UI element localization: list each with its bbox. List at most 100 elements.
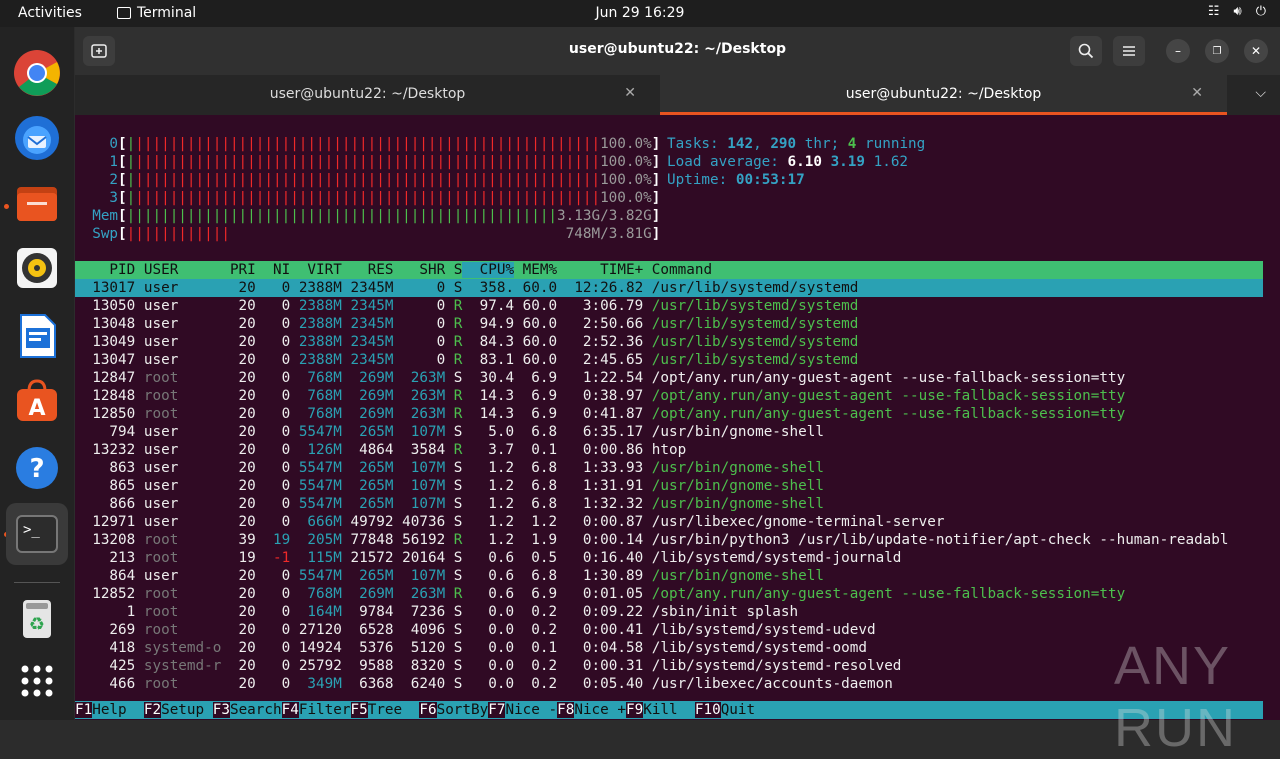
process-row[interactable]: 12847 root 20 0 768M 269M 263M S 30.4 6.… [75, 369, 1125, 387]
cell-virt: 14924 [290, 640, 342, 656]
tab-2[interactable]: user@ubuntu22: ~/Desktop ✕ [660, 75, 1227, 115]
process-row[interactable]: 12971 user 20 0 666M 49792 40736 S 1.2 1… [75, 513, 944, 531]
close-button[interactable]: ✕ [1244, 39, 1268, 63]
cell-ni: 0 [255, 298, 291, 314]
cell-pid: 863 [75, 460, 136, 476]
volume-icon[interactable]: 🔊︎ [1234, 4, 1242, 19]
process-row[interactable]: 865 user 20 0 5547M 265M 107M S 1.2 6.8 … [75, 477, 824, 495]
cell-command: /usr/bin/gnome-shell [643, 460, 824, 476]
power-icon[interactable]: ⏻ [1256, 4, 1266, 19]
process-row[interactable]: 13208 root 39 19 205M 77848 56192 R 1.2 … [75, 531, 1228, 549]
swap-bar: |||||||||||| [126, 226, 230, 242]
tabs-dropdown-icon[interactable]: ⌵ [1255, 85, 1266, 101]
htop-view[interactable]: 0[||||||||||||||||||||||||||||||||||||||… [75, 115, 1263, 720]
column-header-virt[interactable]: VIRT [290, 262, 341, 278]
tab-close-icon[interactable]: ✕ [1191, 85, 1203, 101]
minimize-button[interactable]: – [1166, 39, 1190, 63]
help-icon[interactable]: ? [11, 442, 63, 494]
process-row[interactable]: 13047 user 20 0 2388M 2345M 0 R 83.1 60.… [75, 351, 858, 369]
files-icon[interactable] [11, 177, 63, 229]
system-tray[interactable]: ☷ 🔊︎ ⏻ [1208, 4, 1266, 19]
cell-mem: 0.2 [514, 604, 558, 620]
process-row[interactable]: 269 root 20 0 27120 6528 4096 S 0.0 0.2 … [75, 621, 875, 639]
cell-ni: 0 [255, 442, 291, 458]
search-button[interactable] [1070, 36, 1102, 66]
cell-mem: 0.1 [514, 640, 558, 656]
maximize-button[interactable]: ❐ [1205, 39, 1229, 63]
network-icon[interactable]: ☷ [1208, 4, 1220, 19]
trash-icon[interactable]: ♻ [11, 592, 63, 644]
process-row[interactable]: 1 root 20 0 164M 9784 7236 S 0.0 0.2 0:0… [75, 603, 798, 621]
column-header-pid[interactable]: PID [75, 262, 135, 278]
fkey-label-f10[interactable]: Quit [720, 702, 756, 718]
chrome-icon[interactable] [11, 47, 63, 99]
tab-1[interactable]: user@ubuntu22: ~/Desktop ✕ [75, 75, 660, 115]
fkey-label-f2[interactable]: Setup [161, 702, 213, 718]
column-header-mem[interactable]: MEM% [514, 262, 557, 278]
process-row[interactable]: 866 user 20 0 5547M 265M 107M S 1.2 6.8 … [75, 495, 824, 513]
fkey-label-f6[interactable]: SortBy [436, 702, 489, 718]
column-header-command[interactable]: Command [643, 262, 712, 278]
process-row[interactable]: 12848 root 20 0 768M 269M 263M R 14.3 6.… [75, 387, 1125, 405]
cell-user: systemd-o [135, 640, 222, 656]
cell-res: 5376 [341, 640, 394, 656]
cell-res: 265M [341, 460, 394, 476]
process-row[interactable]: 13049 user 20 0 2388M 2345M 0 R 84.3 60.… [75, 333, 858, 351]
libreoffice-writer-icon[interactable] [11, 310, 63, 362]
cell-pri: 20 [221, 334, 256, 350]
column-header-shr[interactable]: SHR [394, 262, 445, 278]
process-row[interactable]: 13048 user 20 0 2388M 2345M 0 R 94.9 60.… [75, 315, 858, 333]
rhythmbox-icon[interactable] [11, 242, 63, 294]
terminal-icon[interactable]: >_ [11, 508, 63, 560]
cell-ni: 0 [255, 334, 291, 350]
fkey-label-f3[interactable]: Search [229, 702, 282, 718]
fkey-label-f1[interactable]: Help [92, 702, 144, 718]
process-row[interactable]: 213 root 19 -1 115M 21572 20164 S 0.6 0.… [75, 549, 901, 567]
fkey-label-f4[interactable]: Filter [298, 702, 351, 718]
column-header-time[interactable]: TIME+ [557, 262, 643, 278]
process-row[interactable]: 13232 user 20 0 126M 4864 3584 R 3.7 0.1… [75, 441, 686, 459]
process-row[interactable]: 12850 root 20 0 768M 269M 263M R 14.3 6.… [75, 405, 1125, 423]
column-header-cpu[interactable]: CPU% [462, 262, 515, 278]
cell-command: /usr/lib/systemd/systemd [643, 352, 859, 368]
process-row[interactable]: 13017 user 20 0 2388M 2345M 0 S 358. 60.… [75, 279, 1263, 297]
column-header-pri[interactable]: PRI [221, 262, 256, 278]
cell-res: 269M [341, 406, 394, 422]
fkey-label-f8[interactable]: Nice + [574, 702, 626, 718]
show-apps-icon[interactable] [11, 655, 63, 707]
process-row[interactable]: 863 user 20 0 5547M 265M 107M S 1.2 6.8 … [75, 459, 824, 477]
process-row[interactable]: 13050 user 20 0 2388M 2345M 0 R 97.4 60.… [75, 297, 858, 315]
column-header-s[interactable]: S [445, 262, 463, 278]
fkey-label-f5[interactable]: Tree [367, 702, 420, 718]
cell-s: R [445, 388, 463, 404]
fkey-label-f9[interactable]: Kill [643, 702, 695, 718]
cell-virt: 768M [290, 388, 342, 404]
column-header-res[interactable]: RES [342, 262, 394, 278]
fkey-f1: F1 [75, 702, 93, 718]
process-row[interactable]: 794 user 20 0 5547M 265M 107M S 5.0 6.8 … [75, 423, 824, 441]
scrollbar[interactable] [1263, 115, 1280, 720]
process-row[interactable]: 864 user 20 0 5547M 265M 107M S 0.6 6.8 … [75, 567, 824, 585]
app-center-icon[interactable]: A [11, 375, 63, 427]
cell-command: /opt/any.run/any-guest-agent --use-fallb… [643, 586, 1126, 602]
cell-cpu: 0.6 [462, 586, 515, 602]
thunderbird-icon[interactable] [11, 112, 63, 164]
process-row[interactable]: 12852 root 20 0 768M 269M 263M R 0.6 6.9… [75, 585, 1125, 603]
process-row[interactable]: 418 systemd-o 20 0 14924 5376 5120 S 0.0… [75, 639, 867, 657]
cpu-bar: | [126, 172, 136, 188]
tab-close-icon[interactable]: ✕ [624, 85, 636, 101]
cell-pri: 20 [221, 586, 256, 602]
cell-virt: 126M [290, 442, 342, 458]
column-header-ni[interactable]: NI [256, 262, 290, 278]
running-label: running [856, 136, 926, 152]
cell-pid: 12848 [75, 388, 136, 404]
cell-pri: 20 [221, 298, 256, 314]
process-row[interactable]: 466 root 20 0 349M 6368 6240 S 0.0 0.2 0… [75, 675, 892, 693]
cell-res: 2345M [341, 316, 394, 332]
clock[interactable]: Jun 29 16:29 [0, 5, 1280, 21]
column-header-user[interactable]: USER [135, 262, 221, 278]
menu-button[interactable] [1113, 36, 1145, 66]
cell-s: S [445, 658, 463, 674]
fkey-label-f7[interactable]: Nice - [505, 702, 558, 718]
process-row[interactable]: 425 systemd-r 20 0 25792 9588 8320 S 0.0… [75, 657, 901, 675]
